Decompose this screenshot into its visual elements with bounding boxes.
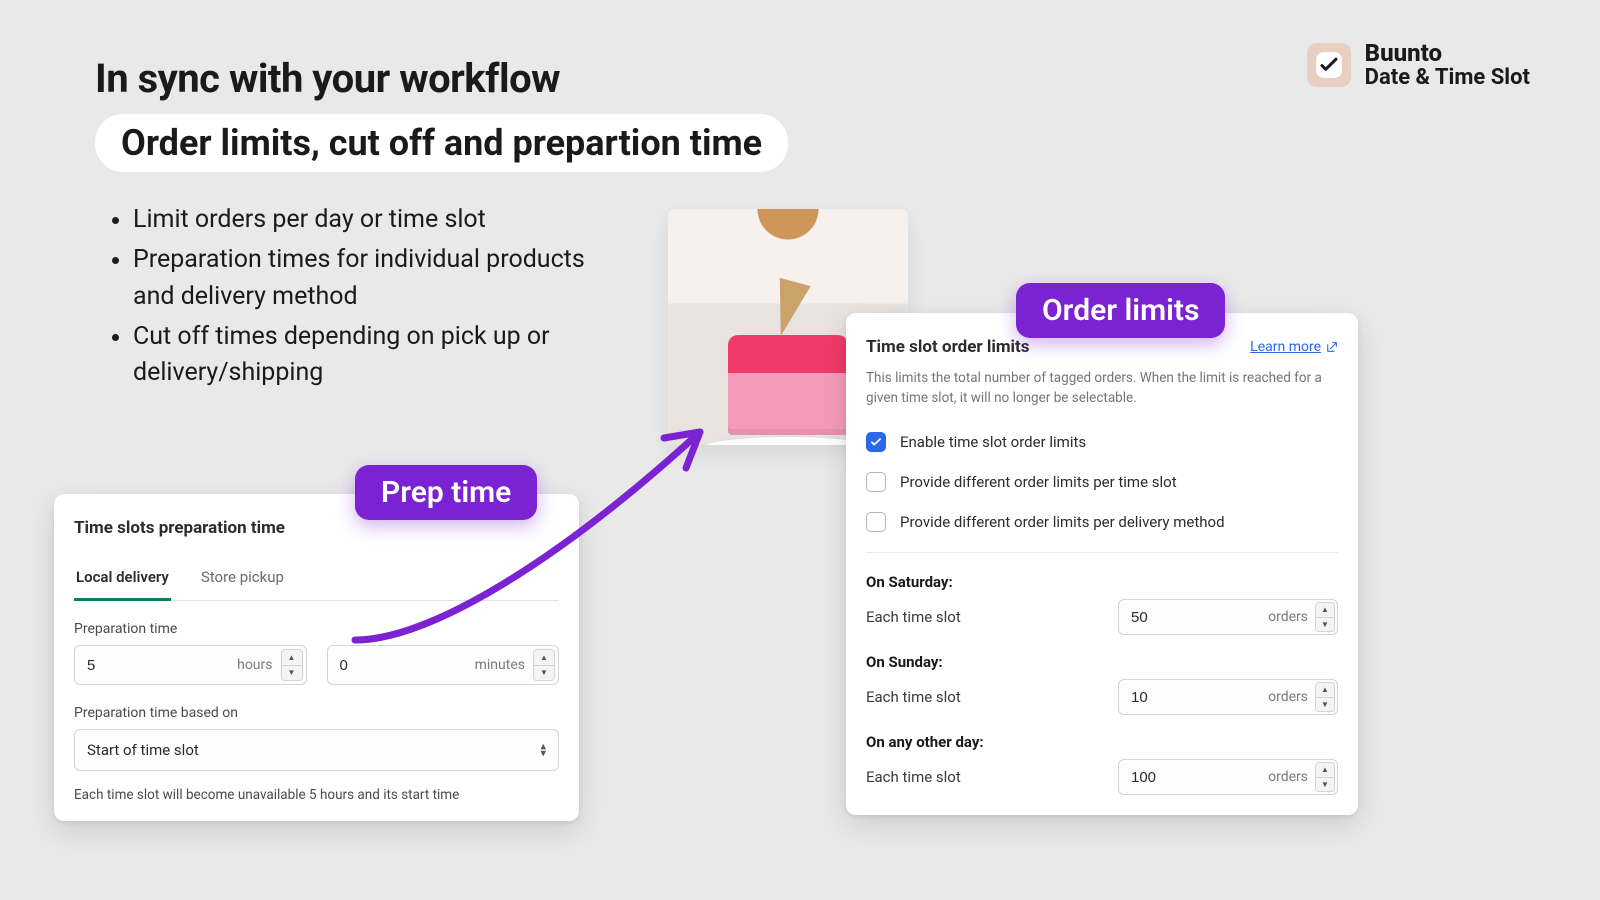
orders-unit: orders xyxy=(1268,759,1308,795)
stage: Buunto Date & Time Slot In sync with you… xyxy=(0,0,1600,900)
limits-panel-title: Time slot order limits xyxy=(866,337,1030,357)
limit-day-label: On any other day: xyxy=(866,733,1338,751)
each-time-slot-label: Each time slot xyxy=(866,768,961,786)
minutes-spinner[interactable]: ▲▼ xyxy=(533,649,555,681)
limits-subtext: This limits the total number of tagged o… xyxy=(866,369,1338,408)
prep-time-label: Prep time xyxy=(355,465,537,520)
bullet-item: Preparation times for individual product… xyxy=(133,242,585,315)
learn-more-link[interactable]: Learn more xyxy=(1250,339,1338,355)
prep-help-text: Each time slot will become unavailable 5… xyxy=(74,787,559,803)
external-link-icon xyxy=(1325,341,1338,354)
prep-panel: Time slots preparation time Local delive… xyxy=(54,494,579,821)
brand-block: Buunto Date & Time Slot xyxy=(1307,40,1530,91)
cone-icon xyxy=(765,278,810,340)
brand-name: Buunto xyxy=(1365,40,1530,66)
brand-logo xyxy=(1307,43,1351,87)
checkbox-icon xyxy=(866,432,886,452)
limit-spinner[interactable]: ▲▼ xyxy=(1315,762,1335,792)
chk-enable-limits[interactable]: Enable time slot order limits xyxy=(866,432,1338,452)
subtitle-pill: Order limits, cut off and prepartion tim… xyxy=(95,114,788,172)
brand-sub: Date & Time Slot xyxy=(1365,66,1530,90)
limit-group: On Saturday: Each time slot orders▲▼ xyxy=(866,573,1338,635)
chk-per-slot[interactable]: Provide different order limits per time … xyxy=(866,472,1338,492)
prep-based-field-label: Preparation time based on xyxy=(74,705,559,721)
tab-store-pickup[interactable]: Store pickup xyxy=(199,560,286,600)
prep-based-select[interactable]: Start of time slot ▴▾ xyxy=(74,729,559,771)
checkbox-icon xyxy=(866,512,886,532)
limit-day-label: On Saturday: xyxy=(866,573,1338,591)
prep-based-value: Start of time slot xyxy=(87,741,199,759)
chk-per-slot-label: Provide different order limits per time … xyxy=(900,473,1177,491)
bullet-item: Cut off times depending on pick up or de… xyxy=(133,319,585,392)
orders-unit: orders xyxy=(1268,679,1308,715)
limit-group: On Sunday: Each time slot orders▲▼ xyxy=(866,653,1338,715)
page-title: In sync with your workflow xyxy=(95,55,788,102)
chk-per-method-label: Provide different order limits per deliv… xyxy=(900,513,1225,531)
limit-group: On any other day: Each time slot orders▲▼ xyxy=(866,733,1338,795)
chk-enable-label: Enable time slot order limits xyxy=(900,433,1086,451)
hours-unit: hours xyxy=(237,645,272,685)
chevron-updown-icon: ▴▾ xyxy=(540,743,546,756)
checkmark-icon xyxy=(1315,51,1343,79)
bullet-list: Limit orders per day or time slot Prepar… xyxy=(105,202,585,391)
limit-day-label: On Sunday: xyxy=(866,653,1338,671)
limits-panel: Time slot order limits Learn more This l… xyxy=(846,313,1358,815)
prep-time-field-label: Preparation time xyxy=(74,621,559,637)
tab-local-delivery[interactable]: Local delivery xyxy=(74,560,171,601)
minutes-unit: minutes xyxy=(475,645,525,685)
each-time-slot-label: Each time slot xyxy=(866,608,961,626)
prep-tabs: Local delivery Store pickup xyxy=(74,560,559,601)
orders-unit: orders xyxy=(1268,599,1308,635)
prep-panel-title: Time slots preparation time xyxy=(74,518,559,538)
hours-spinner[interactable]: ▲▼ xyxy=(281,649,303,681)
checkbox-icon xyxy=(866,472,886,492)
order-limits-label: Order limits xyxy=(1016,283,1225,338)
bullet-item: Limit orders per day or time slot xyxy=(133,202,585,238)
each-time-slot-label: Each time slot xyxy=(866,688,961,706)
limit-spinner[interactable]: ▲▼ xyxy=(1315,682,1335,712)
chk-per-method[interactable]: Provide different order limits per deliv… xyxy=(866,512,1338,532)
limit-spinner[interactable]: ▲▼ xyxy=(1315,602,1335,632)
